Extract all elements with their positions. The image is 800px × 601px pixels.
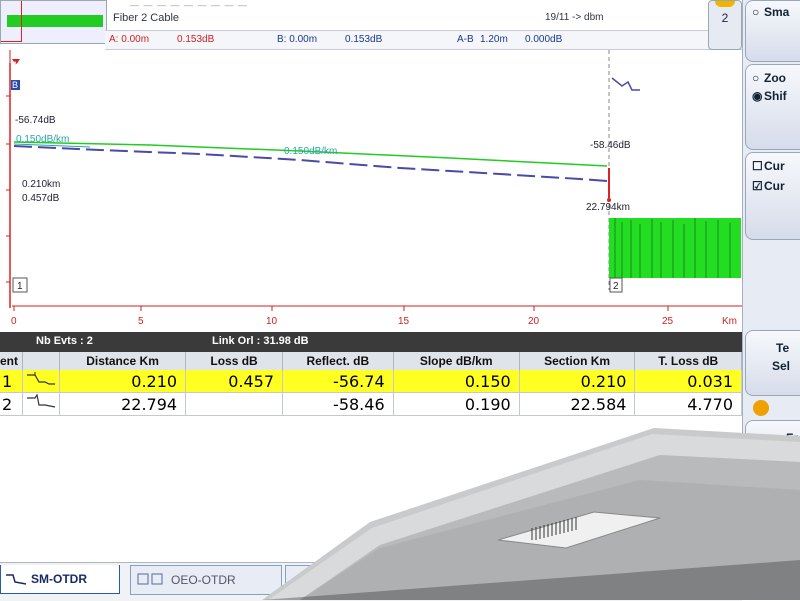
device-module-photo xyxy=(262,428,800,600)
